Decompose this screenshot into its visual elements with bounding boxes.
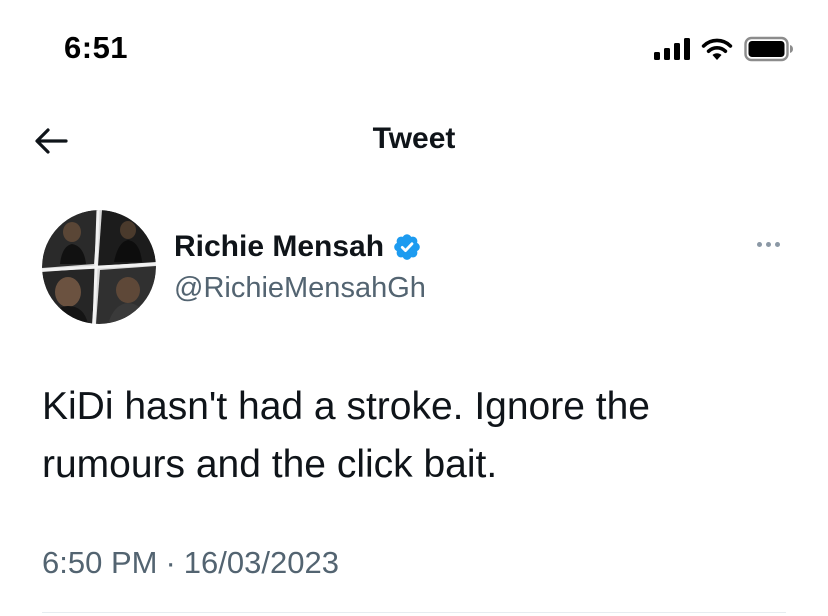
author-name[interactable]: Richie Mensah bbox=[174, 230, 384, 264]
author-handle[interactable]: @RichieMensahGh bbox=[174, 272, 426, 305]
more-dot-icon bbox=[765, 241, 771, 247]
tweet-screen: 6:51 Tweet Richie Mensah @RichieMensahGh… bbox=[0, 0, 828, 616]
verified-badge-icon bbox=[394, 234, 420, 260]
more-options-button[interactable] bbox=[748, 232, 788, 256]
tweet-header: Tweet bbox=[0, 110, 828, 170]
tweet-time: 6:50 PM bbox=[42, 545, 158, 580]
cellular-signal-icon bbox=[654, 38, 690, 60]
divider bbox=[42, 612, 786, 613]
wifi-icon bbox=[701, 38, 733, 60]
author-name-row: Richie Mensah bbox=[174, 230, 422, 264]
tweet-text: KiDi hasn't had a stroke. Ignore the rum… bbox=[42, 385, 650, 486]
tweet-date: 16/03/2023 bbox=[183, 545, 339, 580]
status-icons bbox=[654, 34, 794, 64]
more-dot-icon bbox=[756, 241, 762, 247]
status-time: 6:51 bbox=[64, 30, 129, 65]
tweet-timestamp[interactable]: 6:50 PM · 16/03/2023 bbox=[42, 545, 339, 581]
page-title: Tweet bbox=[372, 122, 456, 155]
battery-icon bbox=[744, 36, 793, 62]
avatar[interactable] bbox=[42, 210, 156, 324]
meta-separator: · bbox=[165, 545, 176, 580]
more-dot-icon bbox=[774, 241, 780, 247]
avatar-image bbox=[42, 210, 156, 324]
